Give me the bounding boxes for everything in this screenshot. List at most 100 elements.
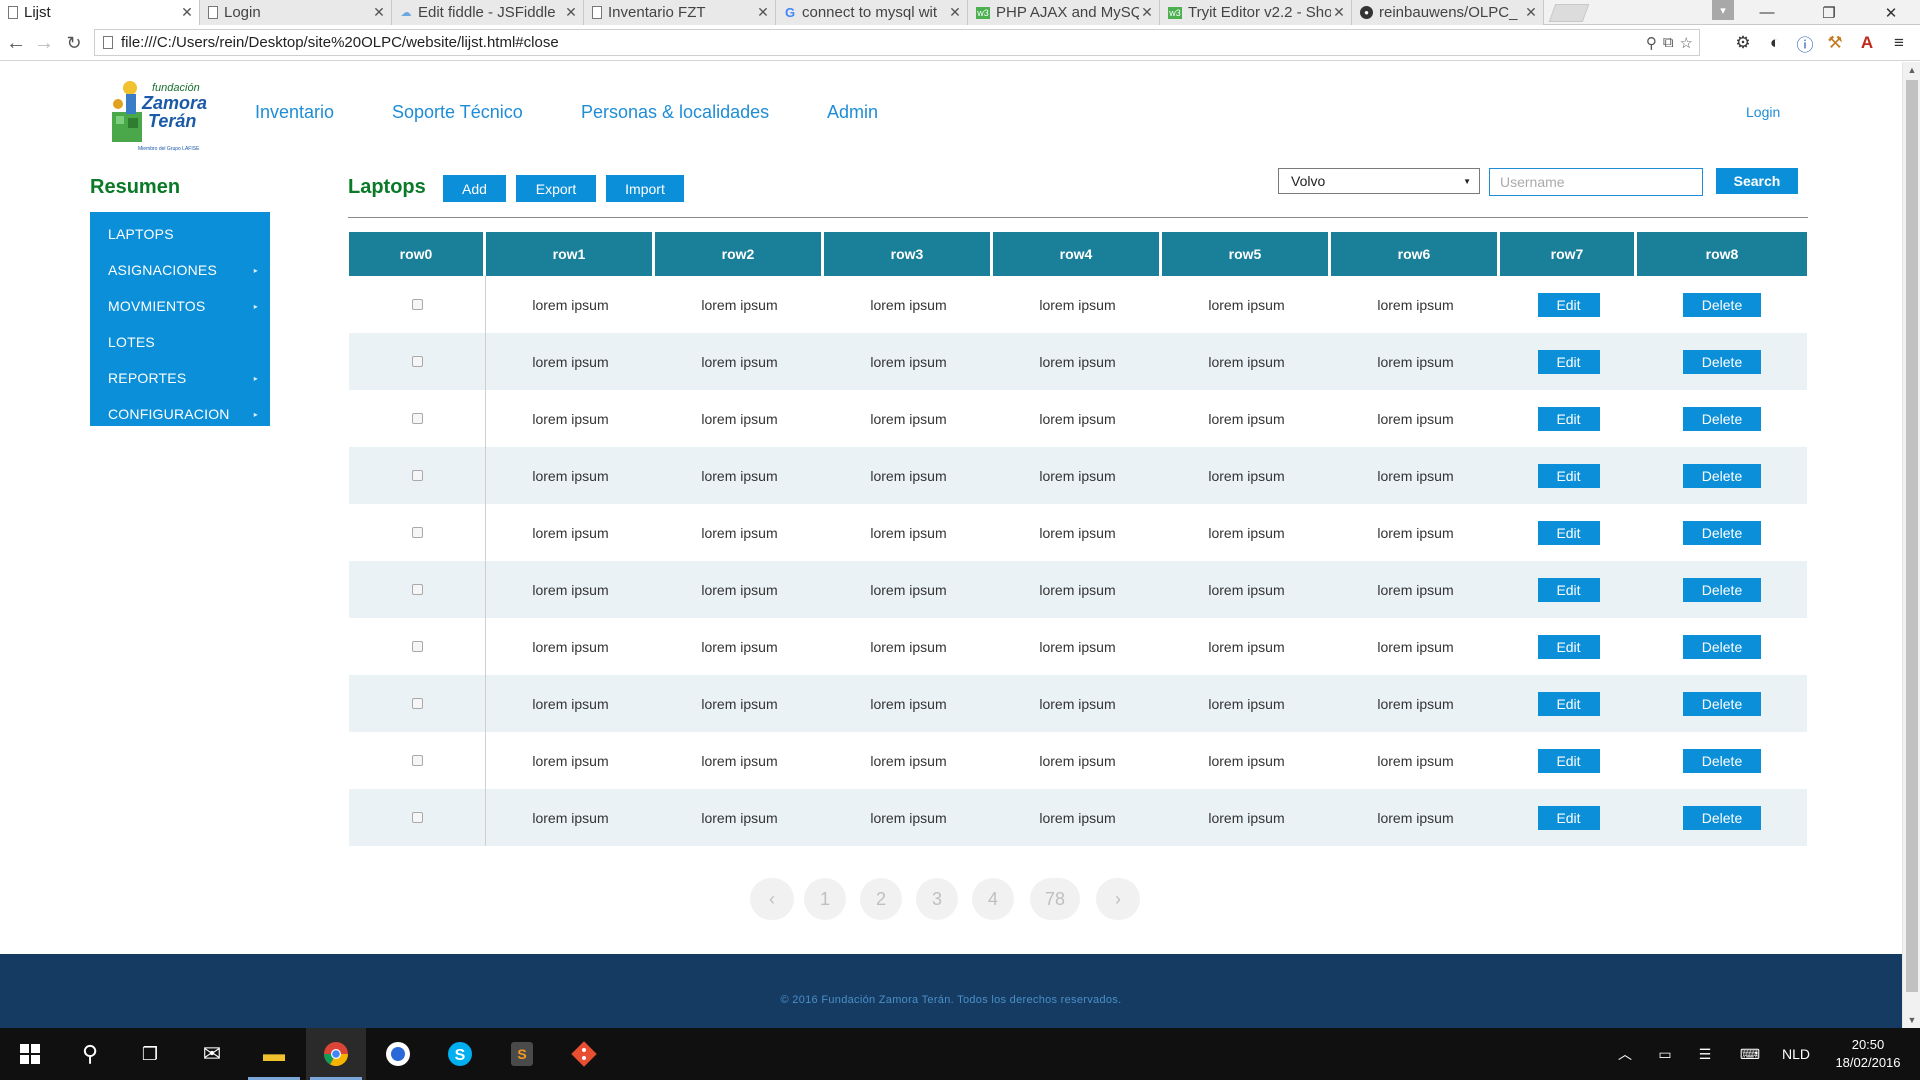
mail-icon[interactable]: ✉ <box>182 1028 242 1080</box>
pagination-page-3[interactable]: 3 <box>916 878 958 920</box>
windows-start-icon[interactable] <box>0 1028 60 1080</box>
battery-icon[interactable]: ▭ <box>1648 1028 1682 1080</box>
row-checkbox[interactable] <box>411 412 423 424</box>
nav-personas-localidades[interactable]: Personas & localidades <box>581 102 769 123</box>
translate-icon[interactable]: ⧉ <box>1663 34 1674 51</box>
minimize-icon[interactable]: — <box>1744 0 1790 25</box>
scroll-down-icon[interactable]: ▼ <box>1903 1012 1920 1028</box>
sidebar-item-laptops[interactable]: LAPTOPS <box>90 216 270 252</box>
chrome-icon[interactable] <box>306 1028 366 1080</box>
tab-php-ajax[interactable]: w3 PHP AJAX and MySQ ✕ <box>968 0 1160 25</box>
login-link[interactable]: Login <box>1746 104 1780 120</box>
pagination-page-2[interactable]: 2 <box>860 878 902 920</box>
profile-icon[interactable]: ▾ <box>1712 0 1734 20</box>
row-checkbox[interactable] <box>411 355 423 367</box>
close-icon[interactable]: ✕ <box>179 4 195 21</box>
taskbar-clock[interactable]: 20:50 18/02/2016 <box>1822 1036 1914 1072</box>
username-input[interactable] <box>1489 168 1703 196</box>
column-header[interactable]: row7 <box>1500 232 1637 276</box>
delete-button[interactable]: Delete <box>1683 691 1761 716</box>
edit-button[interactable]: Edit <box>1537 463 1600 488</box>
edit-button[interactable]: Edit <box>1537 748 1600 773</box>
delete-button[interactable]: Delete <box>1683 520 1761 545</box>
page-scrollbar[interactable]: ▲ ▼ <box>1902 62 1920 1028</box>
delete-button[interactable]: Delete <box>1683 748 1761 773</box>
chevron-up-icon[interactable]: ︿ <box>1610 1028 1640 1080</box>
edit-button[interactable]: Edit <box>1537 349 1600 374</box>
sidebar-item-reportes[interactable]: REPORTES ▸ <box>90 360 270 396</box>
pagination-page-78[interactable]: 78 <box>1030 878 1080 920</box>
tab-tryit-editor[interactable]: w3 Tryit Editor v2.2 - Sho ✕ <box>1160 0 1352 25</box>
browser-app-icon[interactable] <box>368 1028 428 1080</box>
close-icon[interactable]: ✕ <box>563 4 579 21</box>
settings-extension-icon[interactable]: ⚙ <box>1732 32 1754 54</box>
delete-button[interactable]: Delete <box>1683 634 1761 659</box>
delete-button[interactable]: Delete <box>1683 349 1761 374</box>
edit-button[interactable]: Edit <box>1537 691 1600 716</box>
edit-button[interactable]: Edit <box>1537 520 1600 545</box>
language-indicator[interactable]: NLD <box>1776 1028 1816 1080</box>
column-header[interactable]: row5 <box>1162 232 1331 276</box>
pagination-page-1[interactable]: 1 <box>804 878 846 920</box>
row-checkbox[interactable] <box>411 640 423 652</box>
sidebar-item-movmientos[interactable]: MOVMIENTOS ▸ <box>90 288 270 324</box>
pagination-page-4[interactable]: 4 <box>972 878 1014 920</box>
tab-jsfiddle[interactable]: ☁ Edit fiddle - JSFiddle ✕ <box>392 0 584 25</box>
close-icon[interactable]: ✕ <box>755 4 771 21</box>
edit-button[interactable]: Edit <box>1537 577 1600 602</box>
search-button[interactable]: Search <box>1716 168 1798 194</box>
column-header[interactable]: row4 <box>993 232 1162 276</box>
close-icon[interactable]: ✕ <box>1523 4 1539 21</box>
delete-button[interactable]: Delete <box>1683 292 1761 317</box>
column-header[interactable]: row3 <box>824 232 993 276</box>
url-text[interactable]: file:///C:/Users/rein/Desktop/site%20OLP… <box>121 34 1646 51</box>
filter-select[interactable]: Volvo ▼ <box>1278 168 1480 194</box>
sidebar-item-configuracion[interactable]: CONFIGURACION ▸ <box>90 396 270 432</box>
forward-icon[interactable]: → <box>32 31 56 55</box>
nav-soporte-tecnico[interactable]: Soporte Técnico <box>392 102 523 123</box>
nav-inventario[interactable]: Inventario <box>255 102 334 123</box>
sublime-text-icon[interactable]: S <box>492 1028 552 1080</box>
close-window-icon[interactable]: ✕ <box>1868 0 1914 25</box>
scroll-up-icon[interactable]: ▲ <box>1903 62 1920 78</box>
menu-icon[interactable]: ≡ <box>1888 32 1910 54</box>
column-header[interactable]: row1 <box>486 232 655 276</box>
scrollbar-thumb[interactable] <box>1906 80 1918 992</box>
tab-github[interactable]: ● reinbauwens/OLPC_ ✕ <box>1352 0 1544 25</box>
git-icon[interactable] <box>554 1028 614 1080</box>
import-button[interactable]: Import <box>606 175 684 202</box>
row-checkbox[interactable] <box>411 811 423 823</box>
column-header[interactable]: row0 <box>349 232 486 276</box>
row-checkbox[interactable] <box>411 298 423 310</box>
pagination-prev-button[interactable]: ‹ <box>750 878 794 920</box>
tab-lijst[interactable]: Lijst ✕ <box>0 0 200 25</box>
search-icon[interactable]: ⚲ <box>60 1028 120 1080</box>
file-explorer-icon[interactable]: ▬ <box>244 1028 304 1080</box>
skype-icon[interactable]: S <box>430 1028 490 1080</box>
delete-button[interactable]: Delete <box>1683 463 1761 488</box>
close-icon[interactable]: ✕ <box>1139 4 1155 21</box>
keyboard-icon[interactable]: ⌨ <box>1730 1028 1770 1080</box>
tab-google-search[interactable]: G connect to mysql wit ✕ <box>776 0 968 25</box>
bookmark-star-icon[interactable]: ☆ <box>1680 34 1693 52</box>
reload-icon[interactable]: ↻ <box>62 31 86 55</box>
back-icon[interactable]: ← <box>4 31 28 55</box>
edit-button[interactable]: Edit <box>1537 805 1600 830</box>
notifications-icon[interactable]: ☰ <box>1688 1028 1722 1080</box>
hammer-extension-icon[interactable]: ⚒ <box>1824 32 1846 54</box>
column-header[interactable]: row6 <box>1331 232 1500 276</box>
tab-inventario[interactable]: Inventario FZT ✕ <box>584 0 776 25</box>
task-view-icon[interactable]: ❐ <box>120 1028 180 1080</box>
row-checkbox[interactable] <box>411 754 423 766</box>
shield-extension-icon[interactable]: ◐ <box>1764 32 1786 54</box>
logo[interactable]: fundación Zamora Terán Miembro del Grupo… <box>108 70 207 152</box>
row-checkbox[interactable] <box>411 583 423 595</box>
delete-button[interactable]: Delete <box>1683 805 1761 830</box>
close-icon[interactable]: ✕ <box>947 4 963 21</box>
column-header[interactable]: row8 <box>1637 232 1807 276</box>
tab-login[interactable]: Login ✕ <box>200 0 392 25</box>
new-tab-button[interactable] <box>1548 4 1590 22</box>
nav-admin[interactable]: Admin <box>827 102 878 123</box>
add-button[interactable]: Add <box>443 175 506 202</box>
restore-icon[interactable]: ❐ <box>1806 0 1852 25</box>
